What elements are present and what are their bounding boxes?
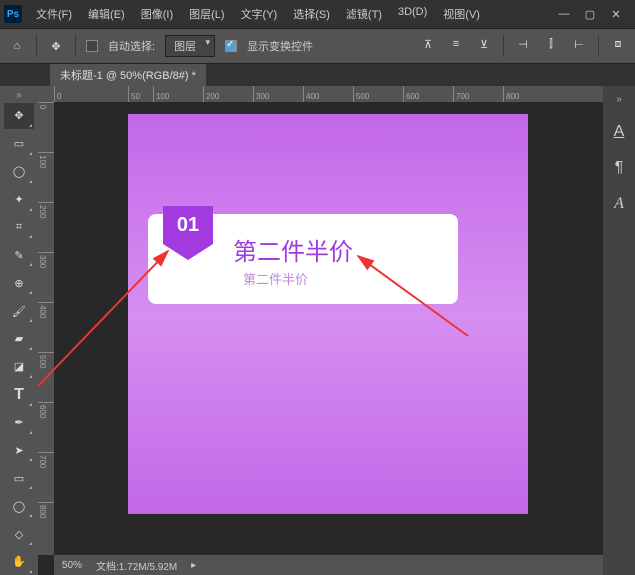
align-bottom-icon[interactable]: ⊻ [475,35,493,53]
close-button[interactable]: ✕ [609,8,623,21]
eraser-tool[interactable]: ◪ [4,354,34,380]
menu-layer[interactable]: 图层(L) [183,2,230,26]
home-icon[interactable]: ⌂ [8,37,26,55]
document-tab[interactable]: 未标题-1 @ 50%(RGB/8#) * [50,64,206,86]
zoom-level[interactable]: 50% [62,560,82,571]
auto-select-label: 自动选择: [108,38,155,54]
path-select-tool[interactable]: ➤ [4,438,34,464]
ruler-tick: 100 [153,86,203,102]
magic-wand-tool[interactable]: ✦ [4,187,34,213]
ruler-tick: 100 [38,152,54,202]
align-hcenter-icon[interactable]: ⫿ [542,35,560,53]
status-bar: 50% 文档:1.72M/5.92M ▸ [54,555,603,575]
separator [503,35,504,57]
stamp-tool[interactable]: ▰ [4,326,34,352]
menu-image[interactable]: 图像(I) [135,2,179,26]
3d-mode-icon[interactable]: ⧈ [609,35,627,53]
ruler-tick: 500 [353,86,403,102]
menu-type[interactable]: 文字(Y) [235,2,284,26]
main-menu: 文件(F) 编辑(E) 图像(I) 图层(L) 文字(Y) 选择(S) 滤镜(T… [30,2,486,26]
badge-number: 01 [163,206,213,244]
ruler-tick: 0 [38,102,54,152]
show-transform-checkbox[interactable] [225,40,237,52]
hand-tool[interactable]: ✋ [4,549,34,575]
canvas-viewport: 0 50 100 200 300 400 500 600 700 800 0 1… [38,86,603,575]
glyphs-panel-icon[interactable]: A [614,195,624,213]
ruler-tick: 0 [54,86,128,102]
move-icon[interactable]: ✥ [47,37,65,55]
show-transform-label: 显示变换控件 [247,38,313,54]
ruler-tick: 800 [38,502,54,552]
ruler-corner [38,86,54,102]
align-tools: ⊼ ≡ ⊻ ⊣ ⫿ ⊢ ⧈ [419,35,627,57]
ruler-tick: 300 [38,252,54,302]
card-title: 第二件半价 [233,232,353,267]
ruler-tick: 600 [38,402,54,452]
marquee-tool[interactable]: ▭ [4,131,34,157]
align-right-icon[interactable]: ⊢ [570,35,588,53]
lasso-tool[interactable]: ◯ [4,159,34,185]
ruler-tick: 400 [38,302,54,352]
crop-tool[interactable]: ⌗ [4,215,34,241]
align-top-icon[interactable]: ⊼ [419,35,437,53]
minimize-button[interactable]: — [557,8,571,21]
expand-right-icon[interactable]: » [616,94,622,105]
titlebar: Ps 文件(F) 编辑(E) 图像(I) 图层(L) 文字(Y) 选择(S) 滤… [0,0,635,28]
auto-select-dropdown[interactable]: 图层 [165,35,215,57]
align-vcenter-icon[interactable]: ≡ [447,35,465,53]
ruler-tick: 500 [38,352,54,402]
ruler-tick: 50 [128,86,153,102]
document-bar: 未标题-1 @ 50%(RGB/8#) * [0,64,635,86]
promo-card: 01 第二件半价 第二件半价 [148,214,458,304]
ruler-horizontal[interactable]: 0 50 100 200 300 400 500 600 700 800 [54,86,603,102]
rectangle-tool[interactable]: ▭ [4,465,34,491]
align-left-icon[interactable]: ⊣ [514,35,532,53]
brush-tool[interactable]: 🖌 [4,298,34,324]
auto-select-checkbox[interactable] [86,40,98,52]
ruler-tick: 200 [38,202,54,252]
menu-select[interactable]: 选择(S) [287,2,336,26]
ruler-tick: 700 [453,86,503,102]
menu-view[interactable]: 视图(V) [437,2,486,26]
healing-tool[interactable]: ⊕ [4,270,34,296]
tool-palette: » ✥ ▭ ◯ ✦ ⌗ ✎ ⊕ 🖌 ▰ ◪ T ✒ ➤ ▭ ◯ ◇ ✋ [0,86,38,575]
options-bar: ⌂ ✥ 自动选择: 图层 显示变换控件 ⊼ ≡ ⊻ ⊣ ⫿ ⊢ ⧈ [0,28,635,64]
ruler-vertical[interactable]: 0 100 200 300 400 500 600 700 800 [38,102,54,555]
right-panel: » A ¶ A [603,86,635,575]
ruler-tick: 600 [403,86,453,102]
main-area: » ✥ ▭ ◯ ✦ ⌗ ✎ ⊕ 🖌 ▰ ◪ T ✒ ➤ ▭ ◯ ◇ ✋ 0 50… [0,86,635,575]
character-panel-icon[interactable]: A [614,123,625,141]
menu-edit[interactable]: 编辑(E) [82,2,131,26]
card-subtitle: 第二件半价 [243,269,308,288]
move-tool[interactable]: ✥ [4,103,34,129]
menu-3d[interactable]: 3D(D) [392,2,433,26]
ruler-tick: 800 [503,86,553,102]
window-controls: — ▢ ✕ [557,8,631,21]
separator [75,35,76,57]
ruler-tick: 400 [303,86,353,102]
maximize-button[interactable]: ▢ [583,8,597,21]
doc-size: 文档:1.72M/5.92M [96,558,177,573]
document-canvas[interactable]: 01 第二件半价 第二件半价 [128,114,528,514]
separator [598,35,599,57]
separator [36,35,37,57]
pen-tool[interactable]: ✒ [4,410,34,436]
custom-shape-tool[interactable]: ◇ [4,521,34,547]
paragraph-panel-icon[interactable]: ¶ [615,159,624,177]
expand-palette-icon[interactable]: » [16,90,22,101]
status-more-icon[interactable]: ▸ [191,560,196,571]
app-logo: Ps [4,5,22,23]
ruler-tick: 700 [38,452,54,502]
type-tool[interactable]: T [4,382,34,408]
menu-filter[interactable]: 滤镜(T) [340,2,388,26]
ellipse-tool[interactable]: ◯ [4,493,34,519]
menu-file[interactable]: 文件(F) [30,2,78,26]
ruler-tick: 200 [203,86,253,102]
ruler-tick: 300 [253,86,303,102]
eyedropper-tool[interactable]: ✎ [4,242,34,268]
